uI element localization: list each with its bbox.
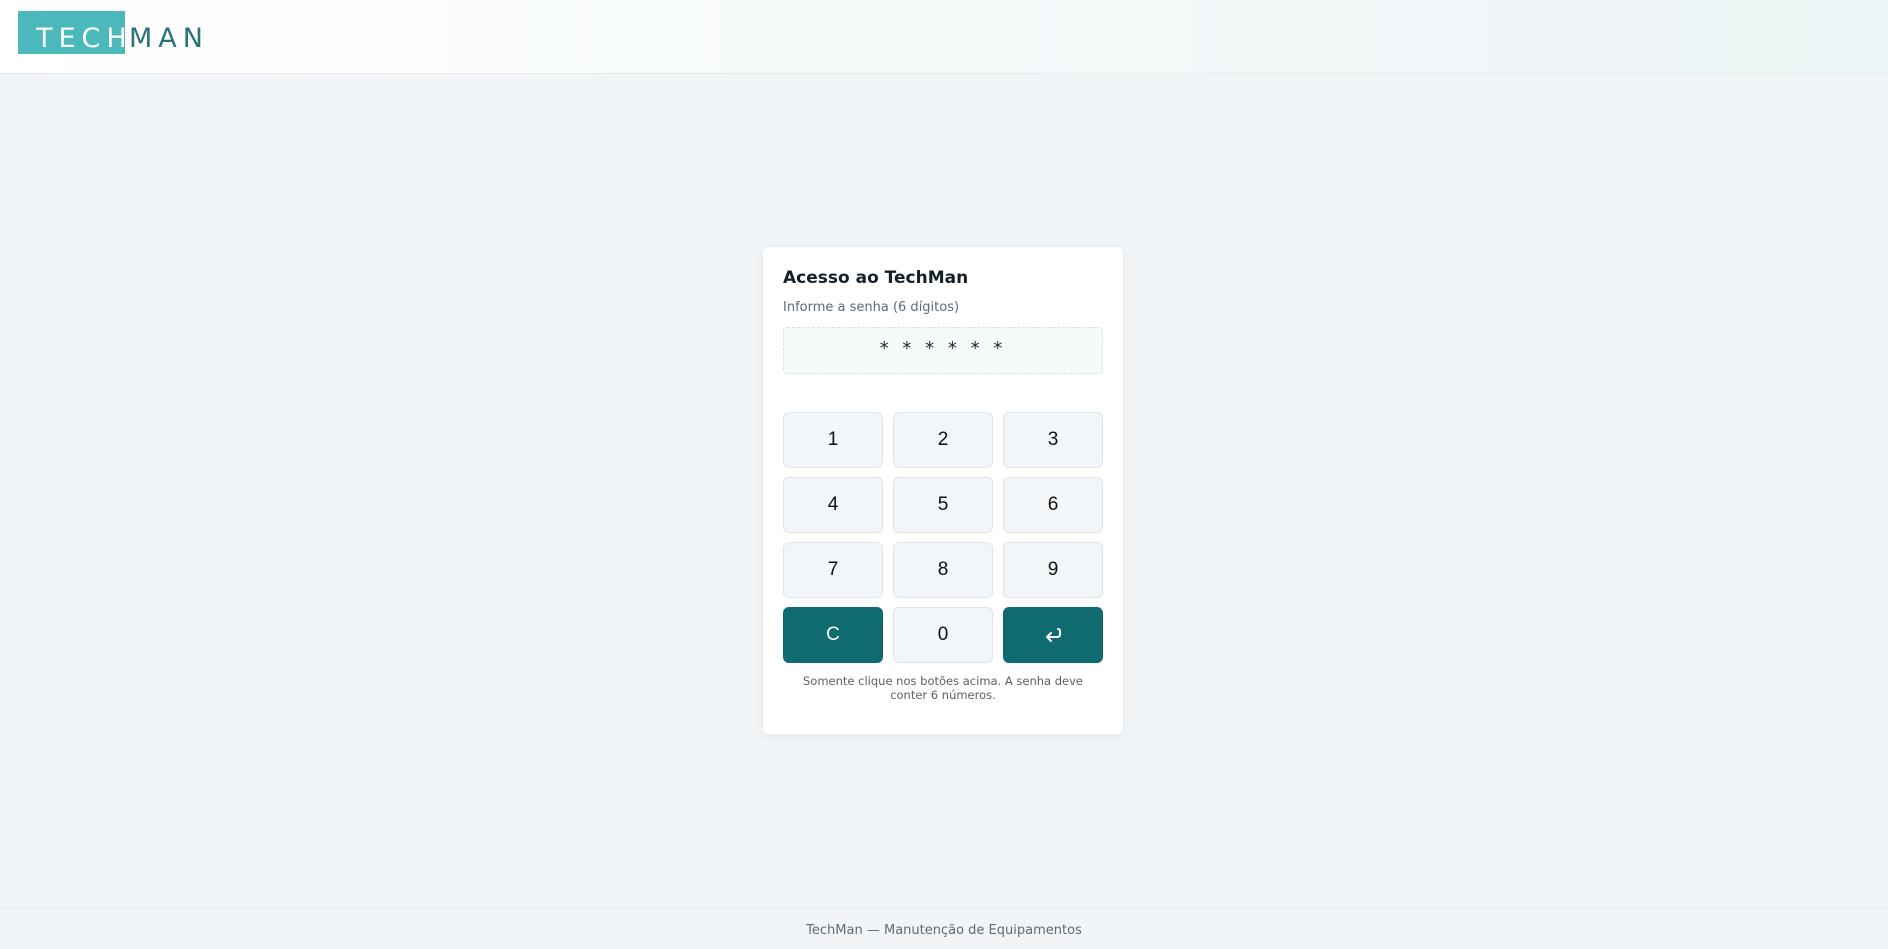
login-title: Acesso ao TechMan — [783, 268, 969, 288]
key-9-button[interactable]: 9 — [1003, 542, 1103, 598]
key-0-button[interactable]: 0 — [893, 607, 993, 663]
footer-text: TechMan — Manutenção de Equipamentos — [806, 923, 1082, 938]
login-card: Acesso ao TechMan Informe a senha (6 díg… — [763, 247, 1123, 734]
techman-logo[interactable]: TECH MAN — [18, 11, 209, 54]
login-subtitle: Informe a senha (6 dígitos) — [783, 300, 960, 315]
key-6-button[interactable]: 6 — [1003, 477, 1103, 533]
key-4-button[interactable]: 4 — [783, 477, 883, 533]
numeric-keypad: 1 2 3 4 5 6 7 8 9 C 0 — [783, 412, 1103, 663]
enter-arrow-icon — [1044, 627, 1062, 643]
keypad-hint: Somente clique nos botões acima. A senha… — [803, 674, 1083, 702]
key-2-button[interactable]: 2 — [893, 412, 993, 468]
key-3-button[interactable]: 3 — [1003, 412, 1103, 468]
key-8-button[interactable]: 8 — [893, 542, 993, 598]
logo-text-tech: TECH — [36, 23, 133, 54]
clear-button[interactable]: C — [783, 607, 883, 663]
key-1-button[interactable]: 1 — [783, 412, 883, 468]
logo-text-man: MAN — [129, 23, 209, 54]
key-5-button[interactable]: 5 — [893, 477, 993, 533]
key-7-button[interactable]: 7 — [783, 542, 883, 598]
enter-button[interactable] — [1003, 607, 1103, 663]
pin-display: * * * * * * — [783, 327, 1103, 374]
app-header: TECH MAN — [0, 0, 1888, 74]
app-footer: TechMan — Manutenção de Equipamentos — [0, 908, 1888, 949]
